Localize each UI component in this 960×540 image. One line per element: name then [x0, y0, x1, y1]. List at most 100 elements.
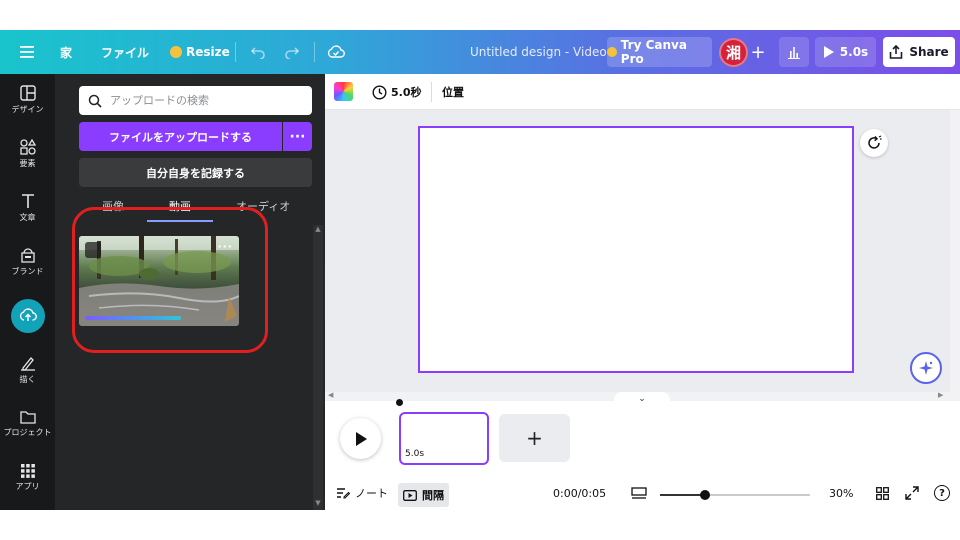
try-pro-label: Try Canva Pro — [620, 38, 687, 66]
play-frame-icon — [403, 489, 417, 501]
notes-icon — [337, 488, 350, 499]
divider — [314, 42, 315, 62]
divider — [431, 82, 432, 102]
redo-button[interactable] — [284, 30, 300, 74]
zoom-level[interactable]: 30% — [829, 476, 853, 510]
scroll-left-icon[interactable]: ◀ — [328, 391, 333, 399]
rail-item-design[interactable]: デザイン — [0, 76, 55, 124]
apps-icon — [20, 464, 35, 478]
tab-audio[interactable]: オーディオ — [236, 198, 290, 214]
insights-button[interactable] — [779, 37, 809, 67]
rail-item-draw[interactable]: 描く — [0, 346, 55, 394]
play-icon — [823, 46, 834, 58]
design-page[interactable] — [418, 126, 854, 373]
canvas-vertical-scrollbar[interactable] — [950, 110, 960, 392]
upload-files-button[interactable]: ファイルをアップロードする — [79, 122, 282, 151]
expand-icon — [905, 486, 919, 500]
rail-item-text[interactable]: 文章 — [0, 184, 55, 232]
brand-icon — [20, 248, 35, 263]
try-pro-button[interactable]: Try Canva Pro — [607, 37, 712, 67]
canva-editor: 家 ファイル Resize Untitled design - Video Tr… — [0, 0, 960, 540]
rail-label: デザイン — [11, 105, 44, 114]
select-checkbox[interactable] — [85, 242, 101, 258]
shapes-icon — [19, 139, 36, 155]
refresh-icon — [868, 135, 882, 149]
notes-label: ノート — [355, 487, 388, 500]
record-yourself-button[interactable]: 自分自身を記録する — [79, 158, 312, 187]
help-button[interactable]: ? — [934, 476, 950, 510]
refresh-button[interactable] — [860, 129, 888, 157]
upload-progress-bar — [85, 316, 181, 320]
side-rail: デザイン 要素 文章 ブランド 描く プロジェクト アプリ — [0, 74, 55, 510]
tab-videos[interactable]: 動画 — [169, 198, 191, 214]
scroll-down-icon[interactable]: ▼ — [313, 499, 323, 509]
menu-button[interactable] — [20, 30, 34, 74]
add-page-button[interactable]: + — [499, 414, 570, 462]
document-title[interactable]: Untitled design - Video — [470, 30, 607, 74]
share-button[interactable]: Share — [883, 37, 955, 67]
playhead-marker[interactable] — [396, 399, 403, 406]
rail-label: 要素 — [19, 159, 36, 168]
position-button[interactable]: 位置 — [442, 74, 464, 110]
color-picker-icon[interactable] — [334, 82, 353, 101]
invite-plus-icon[interactable]: + — [745, 40, 771, 64]
gap-button[interactable]: 間隔 — [398, 483, 449, 507]
active-tab-indicator — [147, 220, 213, 222]
upload-more-button[interactable]: ··· — [283, 122, 312, 151]
duration-label: 5.0秒 — [391, 86, 422, 99]
tab-images[interactable]: 画像 — [102, 198, 124, 214]
crown-icon — [170, 46, 182, 58]
rail-item-projects[interactable]: プロジェクト — [0, 400, 55, 448]
rail-item-uploads[interactable] — [0, 292, 55, 340]
avatar[interactable]: 湘 — [719, 38, 748, 67]
timeline-play-button[interactable] — [340, 418, 381, 459]
redo-icon — [285, 47, 300, 59]
search-icon — [88, 94, 102, 108]
bar-chart-icon — [788, 47, 800, 59]
gap-label: 間隔 — [422, 489, 444, 502]
upload-cloud-icon — [10, 299, 45, 333]
undo-icon — [250, 47, 265, 59]
draw-icon — [20, 357, 35, 371]
divider — [235, 42, 236, 62]
scroll-right-icon[interactable]: ▶ — [938, 391, 943, 399]
video-thumbnail[interactable]: ··· — [79, 236, 239, 326]
cloud-save-button[interactable] — [327, 30, 345, 74]
scroll-up-icon[interactable]: ▲ — [313, 225, 323, 235]
present-play-button[interactable]: 5.0s — [815, 37, 876, 67]
text-icon — [21, 194, 34, 208]
clip-duration: 5.0s — [405, 449, 425, 459]
panel-scrollbar[interactable] — [313, 225, 323, 510]
crown-icon — [607, 47, 617, 57]
page-view-icon — [631, 486, 647, 499]
clock-icon — [372, 84, 387, 100]
search-input[interactable] — [110, 94, 300, 107]
file-menu[interactable]: ファイル — [101, 30, 149, 74]
rail-label: プロジェクト — [3, 428, 52, 437]
forest-stream-image — [79, 236, 239, 326]
sparkle-icon — [919, 361, 933, 375]
view-toggle-button[interactable] — [631, 476, 647, 510]
duration-button[interactable]: 5.0秒 — [372, 74, 422, 110]
rail-item-elements[interactable]: 要素 — [0, 130, 55, 178]
magic-assistant-button[interactable] — [910, 352, 942, 384]
play-duration: 5.0s — [839, 45, 869, 59]
cloud-check-icon — [327, 45, 345, 58]
share-icon — [890, 45, 903, 59]
rail-item-apps[interactable]: アプリ — [0, 454, 55, 502]
home-button[interactable]: 家 — [60, 30, 72, 74]
grid-view-button[interactable] — [876, 476, 889, 510]
notes-button[interactable]: ノート — [336, 476, 388, 510]
hamburger-icon — [20, 46, 34, 58]
layout-icon — [19, 85, 36, 101]
thumbnail-more-icon[interactable]: ··· — [217, 240, 233, 253]
share-label: Share — [909, 45, 949, 59]
resize-button[interactable]: Resize — [170, 30, 230, 74]
search-box[interactable] — [79, 86, 312, 115]
rail-item-brand[interactable]: ブランド — [0, 238, 55, 286]
resize-label: Resize — [186, 45, 230, 59]
zoom-slider-handle[interactable] — [700, 490, 710, 500]
rail-label: アプリ — [15, 482, 40, 491]
undo-button[interactable] — [250, 30, 266, 74]
fullscreen-button[interactable] — [905, 476, 919, 510]
